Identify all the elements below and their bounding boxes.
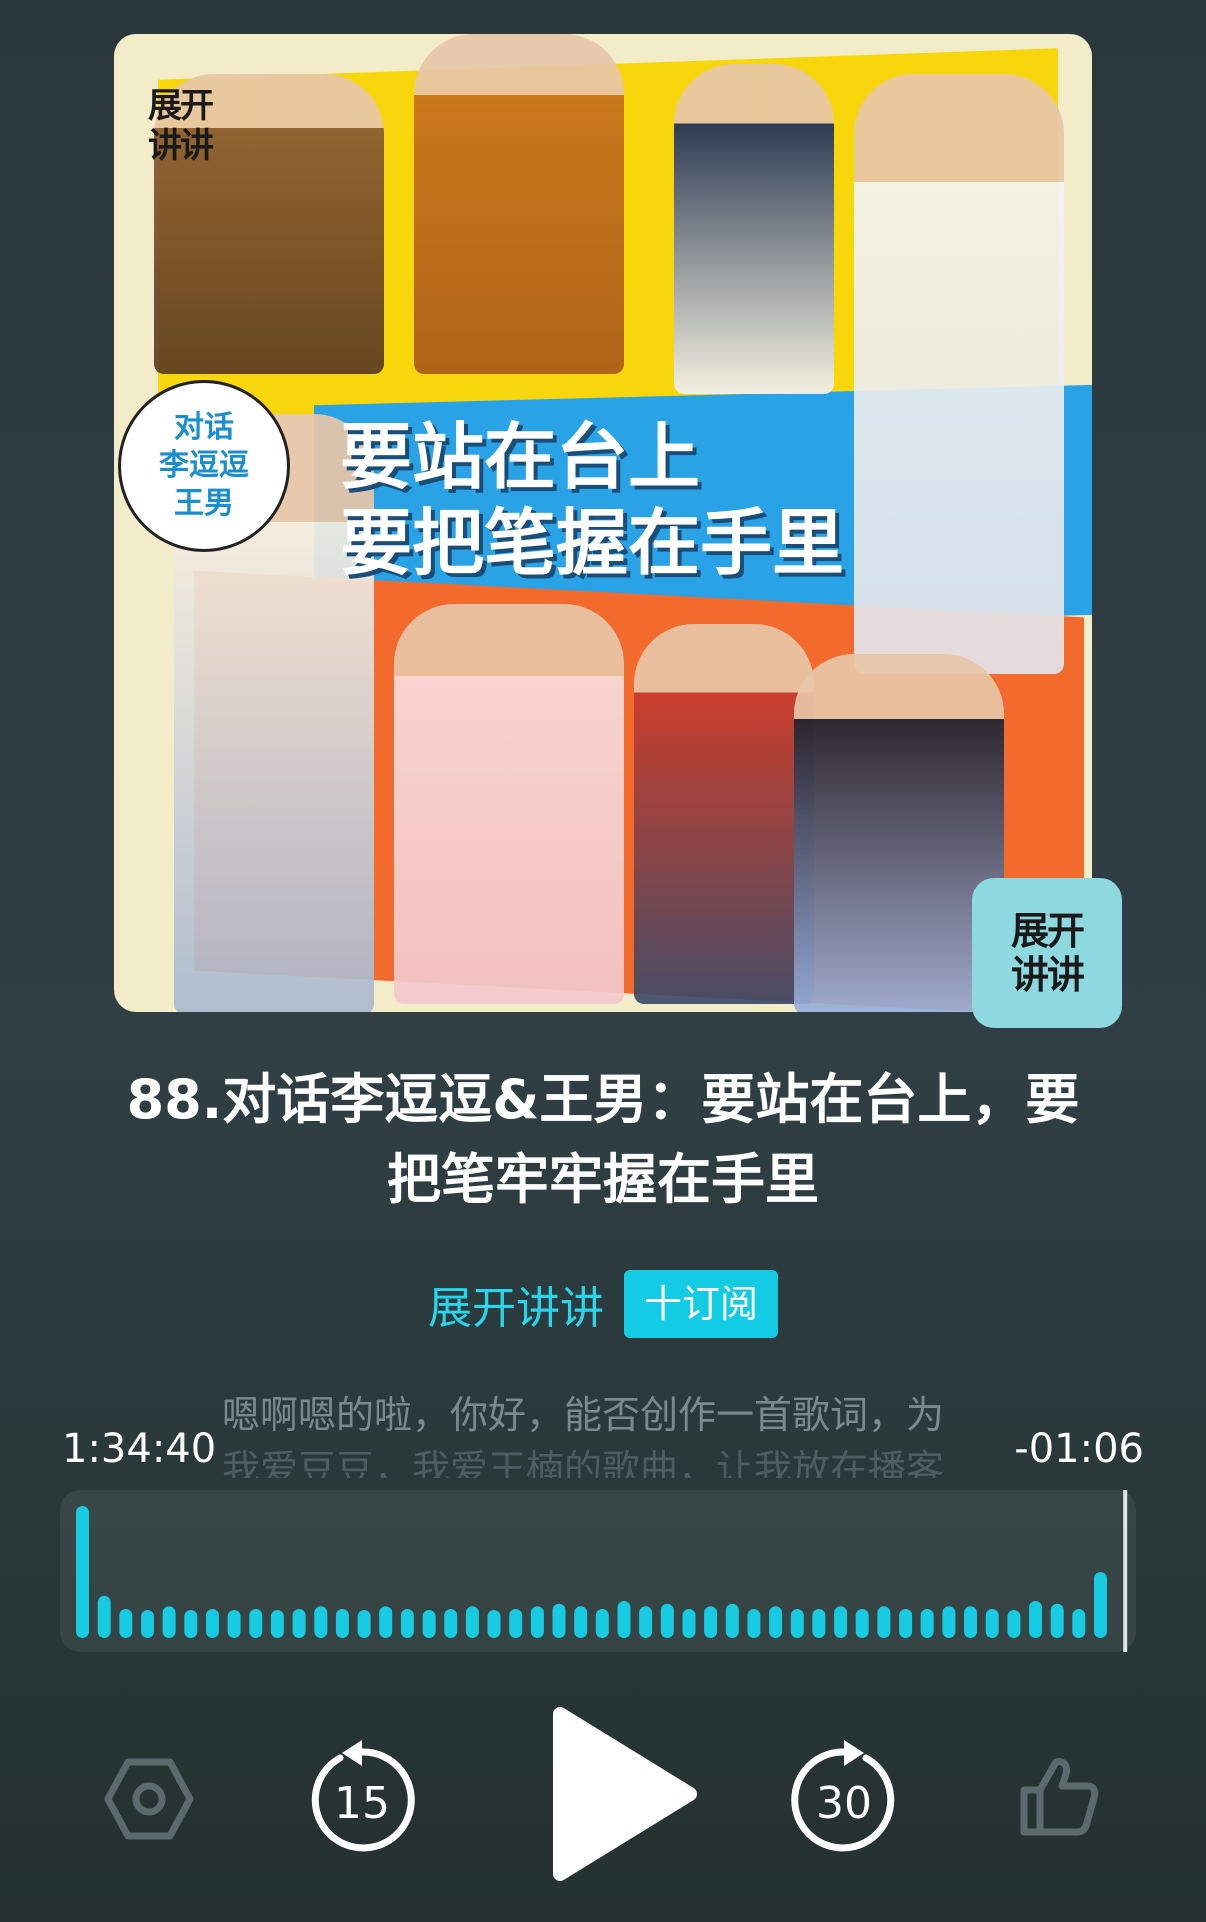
waveform-bar (1007, 1610, 1021, 1638)
waveform-bars (76, 1490, 1128, 1652)
cover-figure (674, 64, 834, 394)
waveform-bar (704, 1606, 718, 1638)
remaining-time: -01:06 (1014, 1426, 1144, 1472)
banner-line: 要把笔握在手里 (340, 501, 845, 585)
waveform-bar (530, 1606, 544, 1638)
waveform-scrubber[interactable] (60, 1490, 1136, 1652)
cover-figure (634, 624, 814, 1004)
cover-logo: 展开讲讲 (148, 86, 214, 166)
waveform-bar (617, 1601, 631, 1638)
waveform-bar (964, 1606, 977, 1638)
waveform-bar (76, 1506, 89, 1638)
waveform-bar (227, 1610, 241, 1638)
waveform-bar (141, 1610, 154, 1638)
waveform-bar (682, 1609, 696, 1638)
waveform-bar (400, 1609, 414, 1638)
waveform-bar (834, 1606, 848, 1638)
transcript-preview[interactable]: 嗯啊嗯的啦，你好，能否创作一首歌词，为 我爱豆豆，我爱王楠的歌曲，让我放在播客 (222, 1388, 984, 1478)
waveform-bar (335, 1609, 349, 1638)
waveform-bar (855, 1609, 869, 1638)
waveform-bar (314, 1606, 328, 1638)
waveform-bar (1029, 1601, 1042, 1638)
corner-logo-line: 讲讲 (1010, 953, 1085, 997)
episode-cover-art: 展开讲讲 对话 李逗逗 王男 要站在台上 要把笔握在手里 (114, 34, 1092, 1012)
waveform-bar (639, 1606, 653, 1638)
thumbs-up-icon (1020, 1758, 1099, 1836)
waveform-bar (249, 1609, 263, 1638)
waveform-bar (660, 1603, 674, 1638)
waveform-bar (379, 1606, 393, 1638)
waveform-bar (97, 1595, 111, 1638)
waveform-bar (184, 1610, 198, 1638)
waveform-bar (725, 1603, 739, 1638)
rewind-15-icon: 15 (311, 1740, 415, 1852)
waveform-bar (595, 1609, 609, 1638)
like-button[interactable] (1016, 1754, 1100, 1838)
badge-line: 对话 (174, 410, 234, 445)
cover-banner: 要站在台上 要把笔握在手里 (340, 414, 900, 586)
waveform-bar (270, 1610, 284, 1638)
episode-title: 88.对话李逗逗&王男：要站在台上，要 把笔牢牢握在手里 (80, 1060, 1126, 1220)
waveform-bar (747, 1609, 761, 1638)
waveform-bar (769, 1606, 783, 1638)
waveform-bar (899, 1609, 913, 1638)
cover-figure (394, 604, 624, 1004)
transcript-line: 嗯啊嗯的啦，你好，能否创作一首歌词，为 (222, 1393, 945, 1437)
waveform-bar (1050, 1603, 1064, 1638)
waveform-bar (357, 1610, 371, 1638)
forward-30-icon: 30 (791, 1740, 895, 1852)
settings-button[interactable] (104, 1754, 194, 1844)
waveform-bar (574, 1606, 588, 1638)
corner-logo-line: 展开 (1010, 909, 1085, 953)
subscribe-button[interactable]: 十订阅 (623, 1270, 778, 1338)
waveform-bar (206, 1609, 219, 1638)
podcast-name-link[interactable]: 展开讲讲 (428, 1272, 604, 1336)
episode-title-line: 把笔牢牢握在手里 (387, 1148, 819, 1211)
waveform-bar (509, 1609, 523, 1638)
play-button[interactable] (540, 1704, 700, 1884)
transcript-line: 我爱豆豆，我爱王楠的歌曲，让我放在播客 (222, 1447, 945, 1478)
waveform-bar (1094, 1572, 1107, 1638)
waveform-bar (552, 1603, 566, 1638)
waveform-bar (487, 1610, 501, 1638)
play-icon (553, 1707, 697, 1881)
skip-back-button[interactable]: 15 (302, 1740, 422, 1860)
waveform-bar (985, 1609, 999, 1638)
skip-forward-seconds: 30 (816, 1778, 872, 1829)
hexagon-settings-icon (104, 1758, 194, 1840)
waveform-bar (1072, 1609, 1086, 1638)
waveform-bar (877, 1606, 891, 1638)
waveform-bar (465, 1606, 479, 1638)
skip-forward-button[interactable]: 30 (784, 1740, 904, 1860)
badge-line: 王男 (174, 486, 234, 521)
banner-line: 要站在台上 (340, 415, 701, 499)
playhead[interactable] (1123, 1490, 1128, 1652)
badge-line: 李逗逗 (159, 448, 249, 483)
waveform-bar (812, 1609, 826, 1638)
waveform-bar (119, 1609, 133, 1638)
cover-corner-logo: 展开 讲讲 (972, 878, 1122, 1028)
waveform-bar (162, 1606, 176, 1638)
podcast-row: 展开讲讲 十订阅 (0, 1270, 1206, 1338)
cover-figure (414, 34, 624, 374)
cover-guest-badge: 对话 李逗逗 王男 (118, 380, 290, 552)
waveform-bar (920, 1609, 934, 1638)
episode-title-line: 88.对话李逗逗&王男：要站在台上，要 (126, 1068, 1080, 1131)
elapsed-time: 1:34:40 (62, 1426, 217, 1472)
skip-back-seconds: 15 (334, 1778, 390, 1829)
waveform-bar (444, 1609, 458, 1638)
waveform-bar (942, 1606, 956, 1638)
waveform-bar (790, 1609, 804, 1638)
waveform-bar (292, 1609, 306, 1638)
waveform-bar (422, 1610, 436, 1638)
